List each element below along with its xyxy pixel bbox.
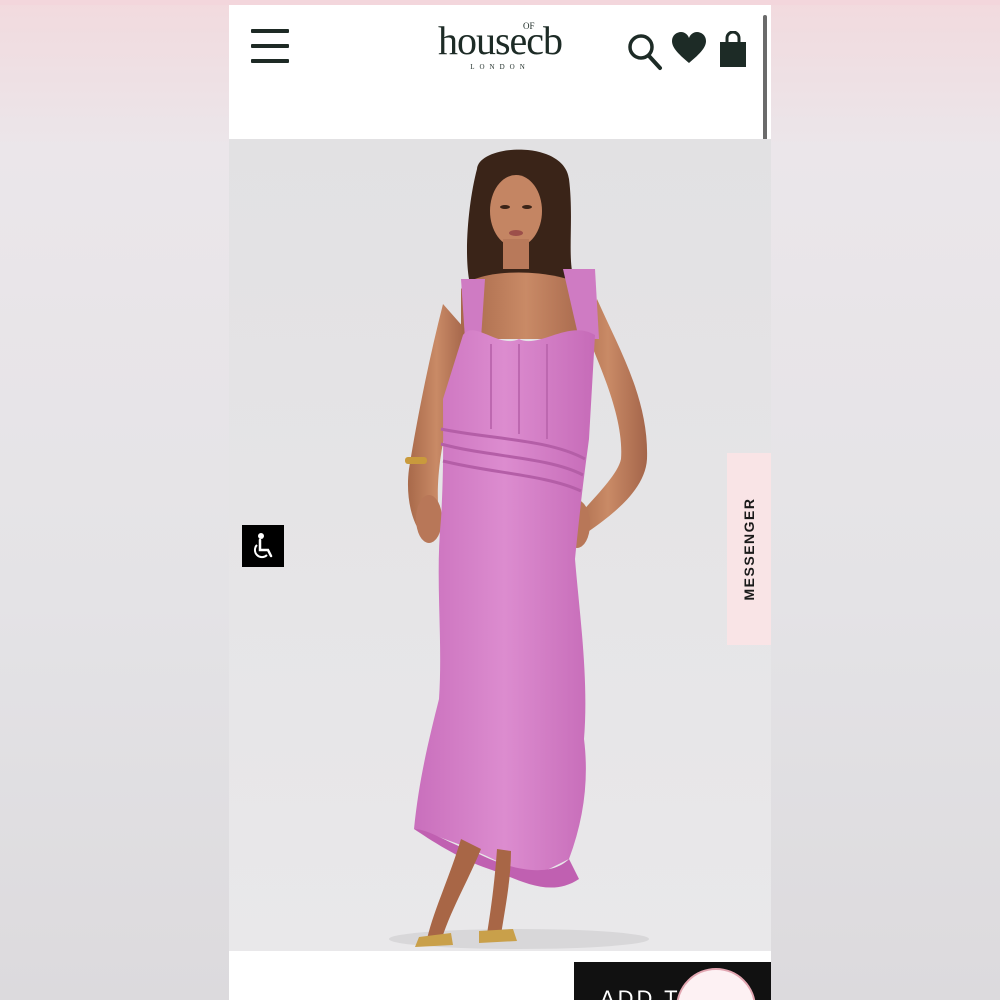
- phone-screenshot: housecb LONDON OF MESSENGER ADD T: [229, 5, 771, 1000]
- background-left: [0, 0, 229, 1000]
- logo-of-mark: OF: [523, 21, 535, 31]
- menu-icon[interactable]: [251, 29, 289, 63]
- add-button-label: ADD T: [600, 986, 681, 1000]
- messenger-label: MESSENGER: [741, 497, 757, 601]
- search-icon[interactable]: [627, 31, 663, 71]
- accessibility-icon: [253, 533, 273, 559]
- brand-logo[interactable]: housecb LONDON OF: [407, 17, 593, 87]
- logo-wordmark: housecb: [437, 18, 563, 63]
- site-header: housecb LONDON OF: [229, 5, 771, 225]
- add-to-bag-button[interactable]: ADD T: [574, 962, 771, 1000]
- promo-badge-icon: [676, 968, 756, 1000]
- model-illustration: [229, 139, 771, 951]
- messenger-tab[interactable]: MESSENGER: [727, 453, 771, 645]
- background-right: [771, 0, 1000, 1000]
- accessibility-button[interactable]: [242, 525, 284, 567]
- bag-icon[interactable]: [718, 31, 748, 69]
- heart-icon[interactable]: [671, 31, 707, 67]
- product-image[interactable]: MESSENGER: [229, 139, 771, 951]
